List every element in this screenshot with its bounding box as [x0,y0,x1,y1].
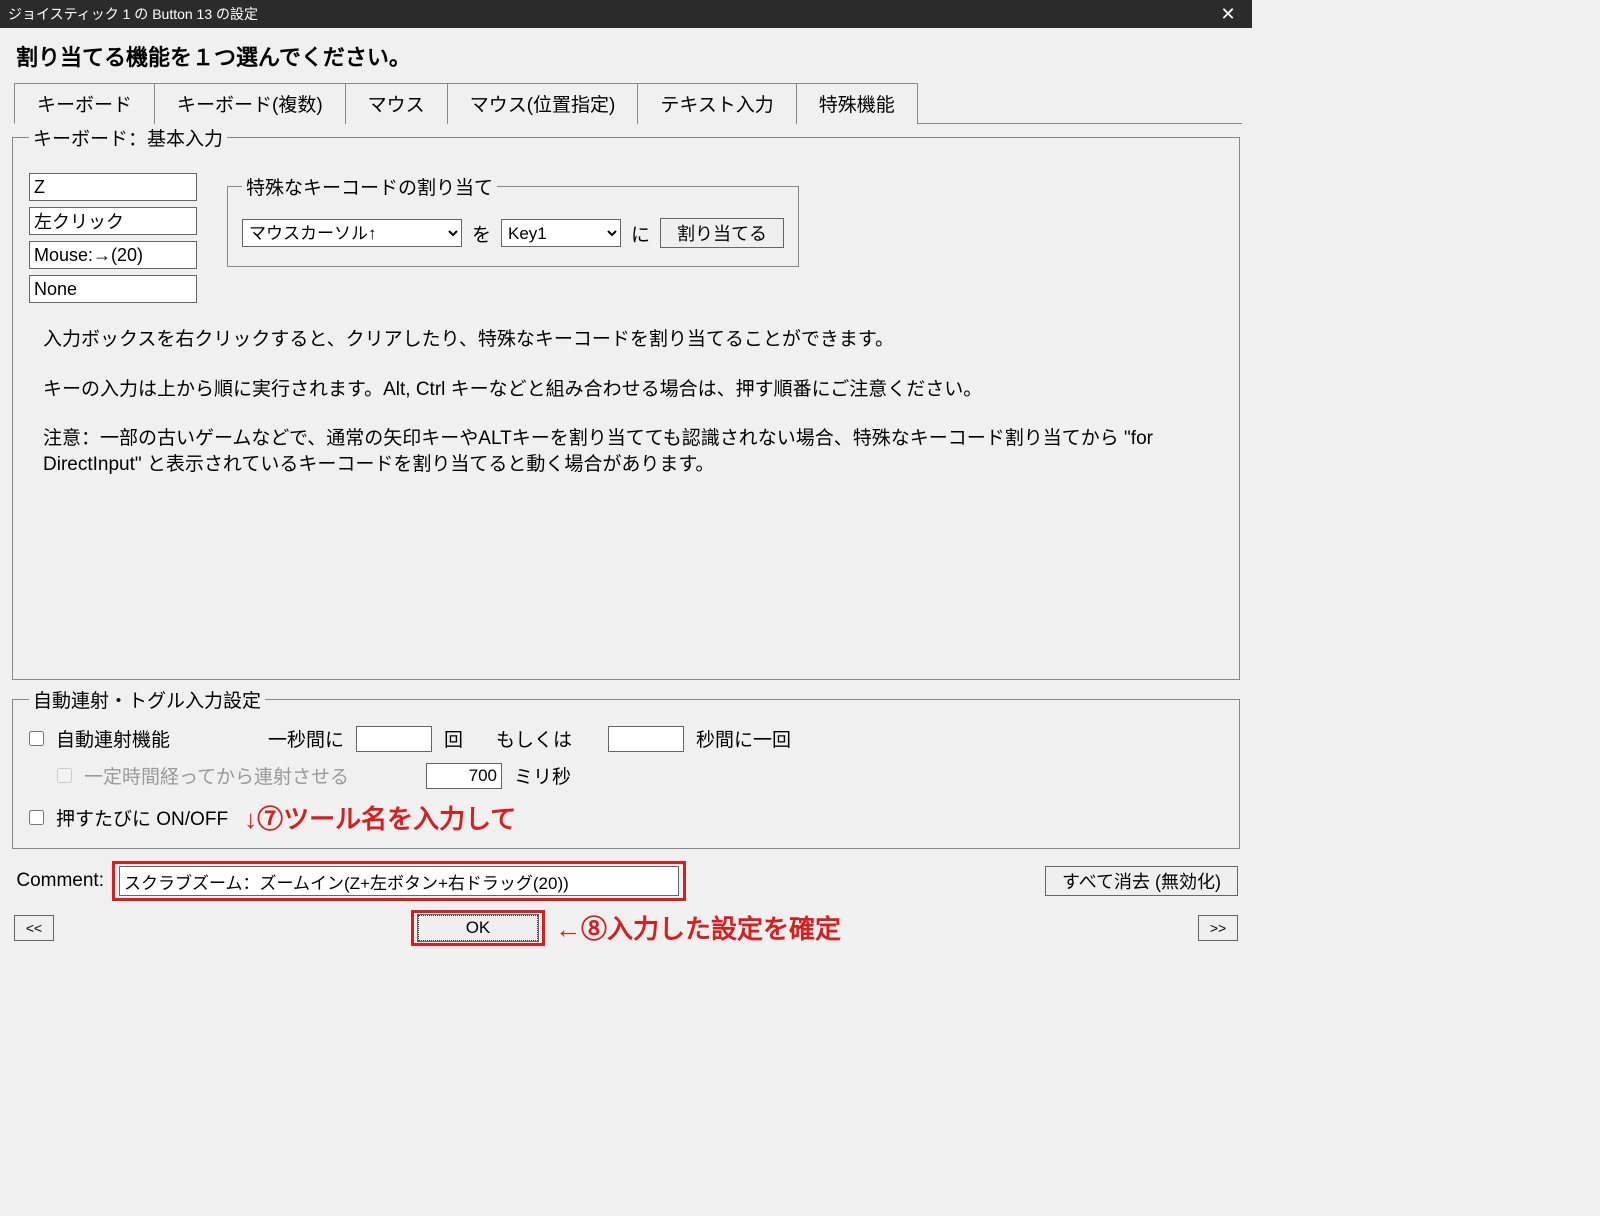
annotation-box-ok: OK [411,910,545,946]
autofire-label: 自動連射機能 [56,725,256,752]
info-line-1: 入力ボックスを右クリックすると、クリアしたり、特殊なキーコードを割り当てることが… [43,327,1209,353]
ok-button[interactable]: OK [418,915,538,941]
info-line-3: 注意：一部の古いゲームなどで、通常の矢印キーやALTキーを割り当てても認識されな… [43,426,1209,477]
assign-source-select[interactable]: マウスカーソル↑ [242,219,462,247]
comment-label: Comment: [14,870,104,892]
prev-button[interactable]: << [14,915,54,941]
autofire-group: 自動連射・トグル入力設定 自動連射機能 一秒間に 回 もしくは 秒間に一回 一定… [12,686,1240,849]
annotation-box-comment [112,861,686,901]
per-sec-pre: 一秒間に [268,725,344,752]
bottom-row: << OK ←⑧入力した設定を確定 >> [10,905,1242,946]
comment-row: Comment: すべて消去 (無効化) [14,861,1238,901]
annotation-step7: ↓⑦ツール名を入力して [244,799,516,836]
delay-unit: ミリ秒 [514,762,571,789]
keyboard-basic-group: キーボード：基本入力 特殊なキーコードの割り当て マウスカーソル↑ [12,124,1240,680]
tab-mouse-pos[interactable]: マウス(位置指定) [447,83,639,124]
autofire-checkbox[interactable] [29,731,44,746]
special-assign-legend: 特殊なキーコードの割り当て [242,173,497,200]
toggle-checkbox[interactable] [29,810,44,825]
delay-input[interactable] [426,763,502,789]
special-assign-box: 特殊なキーコードの割り当て マウスカーソル↑ を Key1 に 割り当てる [225,173,801,273]
assign-dest-select[interactable]: Key1 [501,219,621,247]
label-wo: を [472,220,491,247]
key-input-1[interactable] [29,173,197,201]
delay-checkbox [57,768,72,783]
delay-label: 一定時間経ってから連射させる [84,762,414,789]
tab-special[interactable]: 特殊機能 [796,83,918,124]
titlebar: ジョイスティック 1 の Button 13 の設定 ✕ [0,0,1252,28]
key-input-2[interactable] [29,207,197,235]
tab-keyboard-multi[interactable]: キーボード(複数) [154,83,346,124]
key-input-4[interactable] [29,275,197,303]
content-area: 割り当てる機能を１つ選んでください。 キーボード キーボード(複数) マウス マ… [0,28,1252,952]
per-sec-unit: 回 [444,725,484,752]
keyboard-basic-legend: キーボード：基本入力 [29,124,227,151]
key-input-3[interactable] [29,241,197,269]
assign-button[interactable]: 割り当てる [660,218,784,248]
close-icon[interactable]: ✕ [1212,4,1244,25]
key-input-list [29,173,197,303]
clear-all-button[interactable]: すべて消去 (無効化) [1045,866,1238,896]
annotation-step8: ←⑧入力した設定を確定 [555,909,841,946]
interval-input[interactable] [608,726,684,752]
toggle-label: 押すたびに ON/OFF [56,804,228,831]
tab-mouse[interactable]: マウス [345,83,448,124]
tab-strip: キーボード キーボード(複数) マウス マウス(位置指定) テキスト入力 特殊機… [14,82,1242,124]
interval-unit: 秒間に一回 [696,725,791,752]
info-line-2: キーの入力は上から順に実行されます。Alt, Ctrl キーなどと組み合わせる場… [43,377,1209,403]
info-text: 入力ボックスを右クリックすると、クリアしたり、特殊なキーコードを割り当てることが… [43,327,1209,478]
next-button[interactable]: >> [1198,915,1238,941]
label-ni: に [631,220,650,247]
tab-keyboard[interactable]: キーボード [14,83,155,124]
or-label: もしくは [496,725,596,752]
window-title: ジョイスティック 1 の Button 13 の設定 [8,4,258,24]
per-sec-input[interactable] [356,726,432,752]
comment-input[interactable] [119,866,679,896]
autofire-legend: 自動連射・トグル入力設定 [29,686,265,713]
tab-text-input[interactable]: テキスト入力 [637,83,796,124]
page-heading: 割り当てる機能を１つ選んでください。 [10,36,1242,82]
window: ジョイスティック 1 の Button 13 の設定 ✕ 割り当てる機能を１つ選… [0,0,1252,952]
